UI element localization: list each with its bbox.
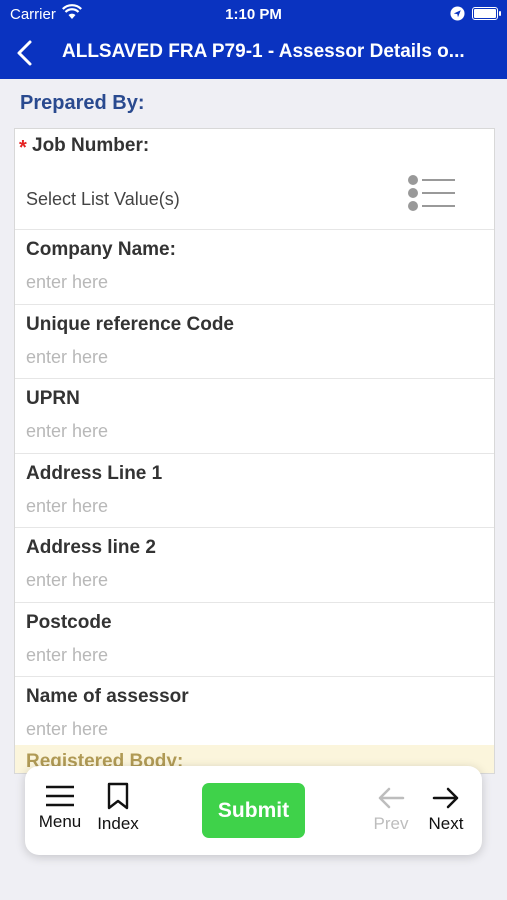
index-label: Index [97,814,139,833]
field-input[interactable]: enter here [26,272,108,293]
field-label: Address Line 1 [26,462,163,484]
field-label: Postcode [26,611,112,633]
field-input[interactable]: enter here [26,347,108,368]
field-label: UPRN [26,388,80,409]
required-marker: * [19,137,27,159]
menu-icon [46,785,74,807]
postcode-field[interactable]: Postcode enter here [15,603,494,677]
field-input[interactable]: enter here [26,645,108,666]
address-line-2-field[interactable]: Address line 2 enter here [15,528,494,603]
job-number-label: Job Number: [32,135,150,156]
nav-bar: ALLSAVED FRA P79-1 - Assessor Details o.… [0,28,507,79]
job-number-field[interactable]: * Job Number: Select List Value(s) [15,129,494,230]
list-icon[interactable] [405,173,457,213]
section-title: Prepared By: [20,92,145,114]
prev-button[interactable]: Prev [367,786,415,834]
arrow-right-icon [432,787,459,809]
uprn-field[interactable]: UPRN enter here [15,379,494,454]
next-button[interactable]: Next [422,786,470,834]
field-label: Company Name: [26,239,176,260]
status-time: 1:10 PM [225,6,282,23]
address-line-1-field[interactable]: Address Line 1 enter here [15,454,494,528]
field-input[interactable]: enter here [26,421,108,442]
battery-icon [472,7,501,20]
location-icon [450,6,465,21]
prev-label: Prev [373,814,409,833]
back-chevron-icon[interactable] [12,38,38,68]
arrow-left-icon [378,787,405,809]
unique-reference-code-field[interactable]: Unique reference Code enter here [15,305,494,379]
field-label: Name of assessor [26,686,189,707]
field-input[interactable]: enter here [26,570,108,591]
status-bar: Carrier 1:10 PM [0,0,507,28]
top-bar: Carrier 1:10 PM ALLSAVED FRA P79-1 - Ass… [0,0,507,79]
field-label: Address line 2 [26,537,156,558]
job-number-select[interactable]: Select List Value(s) [26,189,180,210]
submit-button[interactable]: Submit [202,783,305,838]
menu-label: Menu [38,812,82,831]
field-input[interactable]: enter here [26,496,108,517]
field-input[interactable]: enter here [26,719,108,740]
bookmark-icon [107,782,129,810]
bottom-toolbar: Menu Index Submit Prev Next [25,766,482,855]
nav-title: ALLSAVED FRA P79-1 - Assessor Details o.… [62,41,465,62]
next-label: Next [428,814,464,833]
company-name-field[interactable]: Company Name: enter here [15,230,494,305]
field-label: Unique reference Code [26,313,234,335]
form-card: * Job Number: Select List Value(s) Compa… [14,128,495,774]
menu-button[interactable]: Menu [36,784,84,832]
index-button[interactable]: Index [94,782,142,834]
name-of-assessor-field[interactable]: Name of assessor enter here [15,677,494,752]
